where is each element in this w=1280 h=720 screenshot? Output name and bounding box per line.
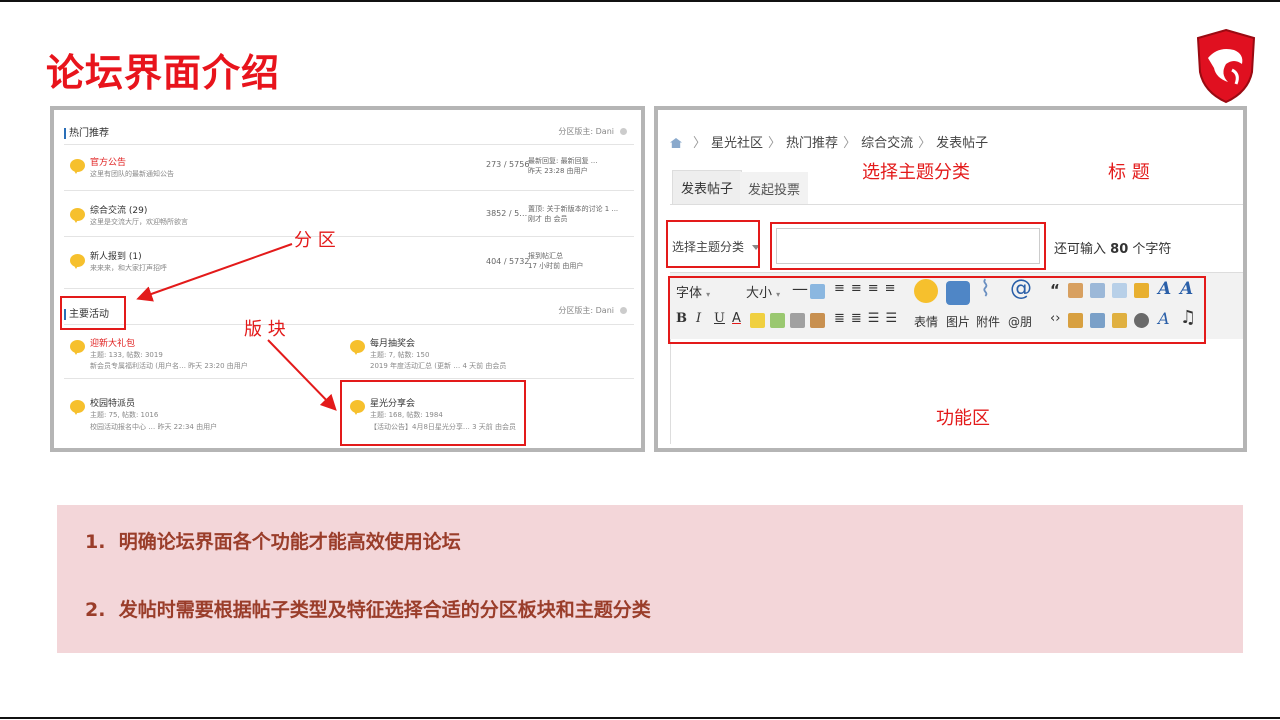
category-highlight-box <box>666 220 760 268</box>
forum-desc: 主题: 133, 帖数: 3019 <box>90 351 163 359</box>
title-highlight-box <box>770 222 1046 270</box>
forum-list-screenshot: 热门推荐 分区版主: Dani 官方公告 这里有团队的最新通知公告 273 / … <box>50 106 645 452</box>
hot-section-title: 热门推荐 <box>69 128 109 139</box>
shield-logo-icon <box>1196 28 1256 104</box>
breadcrumb: 〉星光社区〉热门推荐〉综合交流〉发表帖子 <box>670 132 988 151</box>
annotation-functions: 功能区 <box>936 408 990 429</box>
key-points-box: 1. 明确论坛界面各个功能才能高效使用论坛 2. 发帖时需要根据帖子类型及特征选… <box>57 505 1243 653</box>
forum-bubble-icon <box>70 340 85 355</box>
tab-new-poll[interactable]: 发起投票 <box>740 172 809 205</box>
divider <box>64 324 634 325</box>
forum-bubble-icon <box>70 208 85 223</box>
tab-new-post[interactable]: 发表帖子 <box>672 170 743 204</box>
forum-bubble-icon <box>350 340 365 355</box>
breadcrumb-item[interactable]: 综合交流 <box>861 136 913 151</box>
forum-desc: 主题: 7, 帖数: 150 <box>370 351 430 359</box>
breadcrumb-item[interactable]: 星光社区 <box>711 136 763 151</box>
forum-bubble-icon <box>70 159 85 174</box>
forum-stats: 404 / 5732 <box>486 257 530 266</box>
forum-name-campus[interactable]: 校园特派员 <box>90 396 135 409</box>
divider <box>64 288 634 289</box>
forum-name-announcement[interactable]: 官方公告 <box>90 155 126 168</box>
forum-last-post[interactable]: 新会员专属福利活动 (用户名… 昨天 23:20 由用户 <box>90 361 248 371</box>
board-highlight-box <box>340 380 526 446</box>
collapse-icon[interactable] <box>620 307 627 314</box>
forum-desc: 来来来，和大家打声招呼 <box>90 264 167 272</box>
forum-bubble-icon <box>70 254 85 269</box>
divider <box>670 204 1243 205</box>
forum-last-post[interactable]: 报到帖汇总 17 小时前 由用户 <box>528 251 583 271</box>
forum-name-general[interactable]: 综合交流 (29) <box>90 203 147 216</box>
bottom-divider <box>0 717 1280 719</box>
divider <box>64 190 634 191</box>
forum-stats: 273 / 5756 <box>486 160 530 169</box>
forum-desc: 这里是交流大厅，欢迎畅所欲言 <box>90 218 188 226</box>
forum-desc: 主题: 75, 帖数: 1016 <box>90 411 159 419</box>
annotation-title: 标 题 <box>1108 162 1150 183</box>
forum-last-post[interactable]: 置顶: 关于新版本的讨论 1 ... 刚才 由 会员 <box>528 204 618 224</box>
main-section-moderator: 分区版主: Dani <box>558 305 627 316</box>
annotation-section: 分 区 <box>294 230 336 251</box>
hot-section-moderator: 分区版主: Dani <box>558 126 627 137</box>
forum-name-welcome-gift[interactable]: 迎新大礼包 <box>90 336 135 349</box>
forum-name-newbie[interactable]: 新人报到 (1) <box>90 249 142 262</box>
forum-last-post[interactable]: 校园活动报名中心 … 昨天 22:34 由用户 <box>90 422 217 432</box>
top-divider <box>0 0 1280 2</box>
hot-section-header[interactable]: 热门推荐 <box>64 124 109 139</box>
section-marker <box>64 127 66 139</box>
home-icon[interactable] <box>670 138 682 148</box>
forum-last-post[interactable]: 最新回复: 最新回复 ... 昨天 23:28 由用户 <box>528 156 597 176</box>
key-point-1: 1. 明确论坛界面各个功能才能高效使用论坛 <box>85 531 461 553</box>
forum-stats: 3852 / 5… <box>486 209 528 218</box>
section-highlight-box <box>60 296 126 330</box>
divider <box>64 378 634 379</box>
breadcrumb-item[interactable]: 热门推荐 <box>786 136 838 151</box>
forum-name-monthly-draw[interactable]: 每月抽奖会 <box>370 336 415 349</box>
forum-bubble-icon <box>70 400 85 415</box>
forum-last-post[interactable]: 2019 年度活动汇总 (更新 … 4 天前 由会员 <box>370 361 506 371</box>
forum-desc: 这里有团队的最新通知公告 <box>90 170 174 178</box>
slide-title: 论坛界面介绍 <box>46 51 281 95</box>
remaining-chars: 还可输入 80 个字符 <box>1054 242 1172 257</box>
collapse-icon[interactable] <box>620 128 627 135</box>
toolbar-highlight-box <box>668 276 1206 344</box>
divider <box>64 236 634 237</box>
annotation-category: 选择主题分类 <box>862 162 970 183</box>
divider <box>64 144 634 145</box>
annotation-board: 版 块 <box>244 319 286 340</box>
breadcrumb-item: 发表帖子 <box>936 136 989 151</box>
key-point-2: 2. 发帖时需要根据帖子类型及特征选择合适的分区板块和主题分类 <box>85 599 651 621</box>
